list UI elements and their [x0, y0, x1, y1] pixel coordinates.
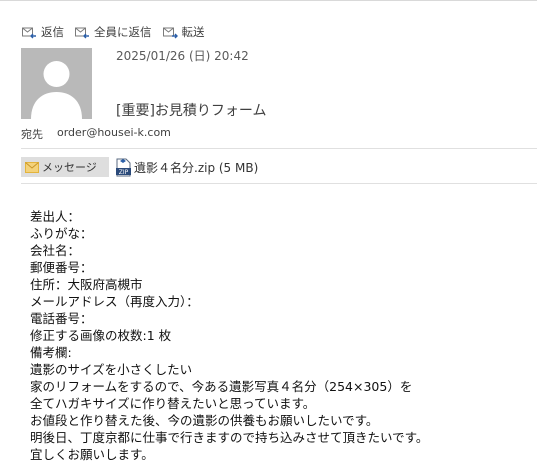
sent-date: 2025/01/26 (日) 20:42: [116, 49, 249, 63]
person-icon: [31, 61, 82, 119]
body-line: 備考欄:: [30, 345, 72, 360]
zip-file-icon: ZIP: [116, 158, 131, 176]
envelope-icon: [25, 161, 39, 173]
body-line: 全てハガキサイズに作り替えたいと思っています。: [30, 396, 316, 411]
reply-all-button[interactable]: 全員に返信: [74, 24, 152, 40]
body-line: 会社名：: [30, 243, 81, 258]
attachment-divider: [21, 183, 537, 184]
body-line: 修正する画像の枚数:1 枚: [30, 328, 172, 343]
forward-icon: [162, 27, 178, 39]
body-line: 明後日、丁度京都に仕事で行きますので持ち込みさせて頂きたいです。: [30, 430, 429, 445]
forward-label: 転送: [181, 25, 205, 39]
body-line: メールアドレス（再度入力）：: [30, 294, 199, 309]
body-line: 電話番号：: [30, 311, 93, 326]
zip-attachment[interactable]: ZIP 遺影４名分.zip (5 MB): [115, 158, 258, 177]
attachment-bar: メッセージ ZIP 遺影４名分.zip (5 MB): [21, 157, 258, 177]
sender-avatar: [21, 48, 92, 119]
message-tab-label: メッセージ: [42, 161, 97, 174]
header-divider: [21, 148, 537, 149]
reply-all-icon: [75, 27, 89, 39]
body-line: 郵便番号：: [30, 260, 93, 275]
reply-button[interactable]: 返信: [21, 24, 64, 40]
mail-toolbar: 返信 全員に返信 転送: [21, 22, 215, 42]
body-line: 宜しくお願いします。: [30, 447, 154, 462]
reply-label: 返信: [41, 25, 64, 39]
to-label: 宛先: [21, 128, 43, 141]
body-line: お値段と作り替えた後、今の遺影の供養もお願いしたいです。: [30, 413, 379, 428]
message-tab[interactable]: メッセージ: [21, 157, 109, 177]
body-line: ふりがな：: [30, 226, 93, 241]
mail-subject: [重要]お見積りフォーム: [116, 103, 267, 119]
body-line: 差出人：: [30, 209, 81, 224]
to-address[interactable]: order@housei-k.com: [57, 126, 171, 139]
body-line: 家のリフォームをするので、今ある遺影写真４名分（254×305）を: [30, 379, 413, 394]
forward-button[interactable]: 転送: [162, 24, 205, 40]
zip-attachment-label: 遺影４名分.zip (5 MB): [134, 160, 259, 175]
message-body: 差出人： ふりがな： 会社名： 郵便番号： 住所：大阪府高槻市 メールアドレス（…: [30, 208, 428, 463]
body-line: 住所：大阪府高槻市: [30, 277, 143, 292]
reply-all-label: 全員に返信: [94, 25, 152, 39]
top-border: [0, 0, 537, 1]
body-line: 遺影のサイズを小さくしたい: [30, 362, 193, 377]
reply-icon: [22, 27, 36, 39]
svg-text:ZIP: ZIP: [119, 169, 129, 176]
